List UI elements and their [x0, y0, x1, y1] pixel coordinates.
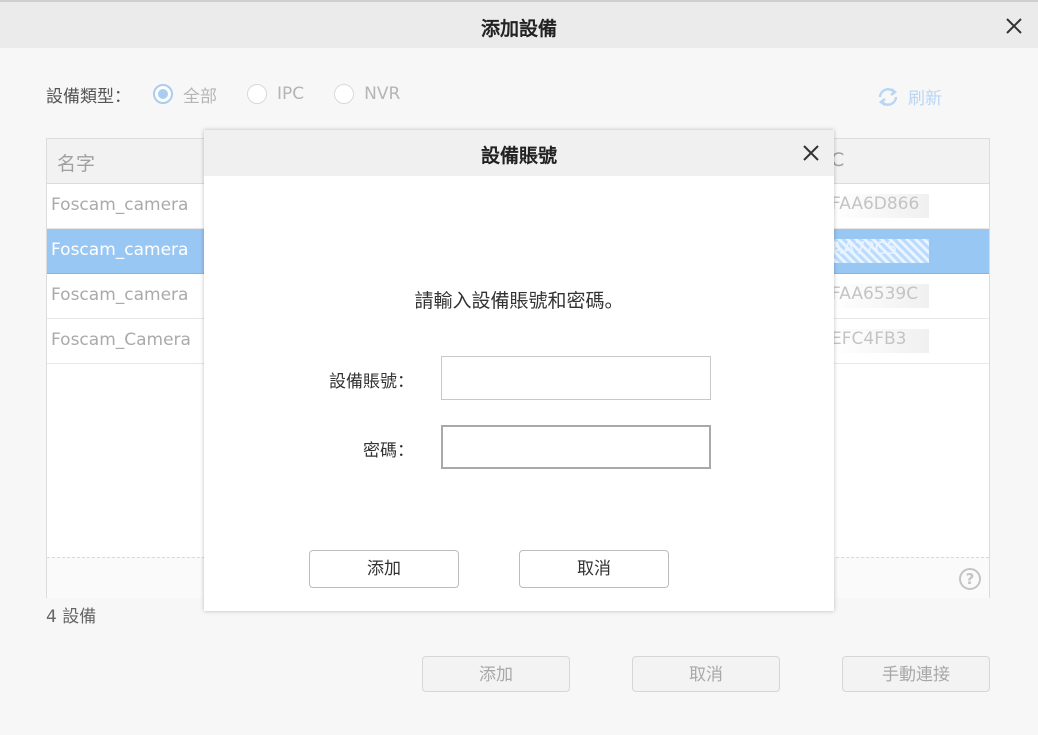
modal-title: 設備賬號: [480, 145, 557, 167]
close-icon[interactable]: [802, 144, 820, 162]
device-mac: FAA6D866: [831, 194, 929, 218]
username-input[interactable]: [441, 356, 711, 400]
device-account-modal: 設備賬號 請輸入設備賬號和密碼。 設備賬號： 密碼： 添加 取消: [204, 130, 834, 611]
device-name: Foscam_camera: [51, 240, 189, 260]
dialog-title: 添加設備: [480, 18, 557, 40]
device-type-filter: 設備類型： 全部 IPC NVR: [46, 82, 430, 107]
device-name: Foscam_camera: [51, 195, 189, 215]
radio-unchecked-icon[interactable]: [334, 84, 355, 104]
modal-prompt: 請輸入設備賬號和密碼。: [414, 290, 624, 312]
device-mac: FAA6539C: [831, 284, 929, 308]
device-name: Foscam_Camera: [51, 330, 191, 350]
device-mac: EFC4FB3: [831, 329, 929, 353]
column-name-header[interactable]: 名字: [57, 149, 95, 176]
radio-checked-icon[interactable]: [153, 84, 173, 104]
radio-all[interactable]: 全部: [153, 82, 217, 107]
device-mac: AA7?C5: [831, 239, 929, 263]
refresh-icon: [878, 87, 898, 106]
refresh-button[interactable]: 刷新: [876, 84, 942, 109]
password-label: 密碼：: [363, 441, 414, 461]
radio-ipc[interactable]: IPC: [247, 84, 304, 104]
radio-ipc-label: IPC: [277, 84, 305, 104]
modal-add-button[interactable]: 添加: [309, 550, 459, 588]
radio-nvr[interactable]: NVR: [334, 84, 400, 104]
radio-all-label: 全部: [183, 86, 217, 107]
username-label: 設備賬號：: [329, 372, 414, 392]
dialog-header: 添加設備: [0, 0, 1038, 48]
password-input[interactable]: [441, 425, 711, 469]
manual-connect-button[interactable]: 手動連接: [842, 656, 990, 692]
device-count: 4 設備: [46, 607, 97, 627]
device-name: Foscam_camera: [51, 285, 189, 305]
cancel-button[interactable]: 取消: [632, 656, 780, 692]
close-icon[interactable]: [1004, 16, 1024, 36]
radio-unchecked-icon[interactable]: [247, 84, 267, 104]
add-button[interactable]: 添加: [422, 656, 570, 692]
device-type-label: 設備類型：: [46, 86, 131, 107]
modal-cancel-button[interactable]: 取消: [519, 550, 669, 588]
refresh-label: 刷新: [908, 89, 942, 109]
help-icon[interactable]: ?: [959, 568, 981, 590]
radio-nvr-label: NVR: [364, 84, 401, 104]
modal-header: 設備賬號: [204, 130, 834, 176]
